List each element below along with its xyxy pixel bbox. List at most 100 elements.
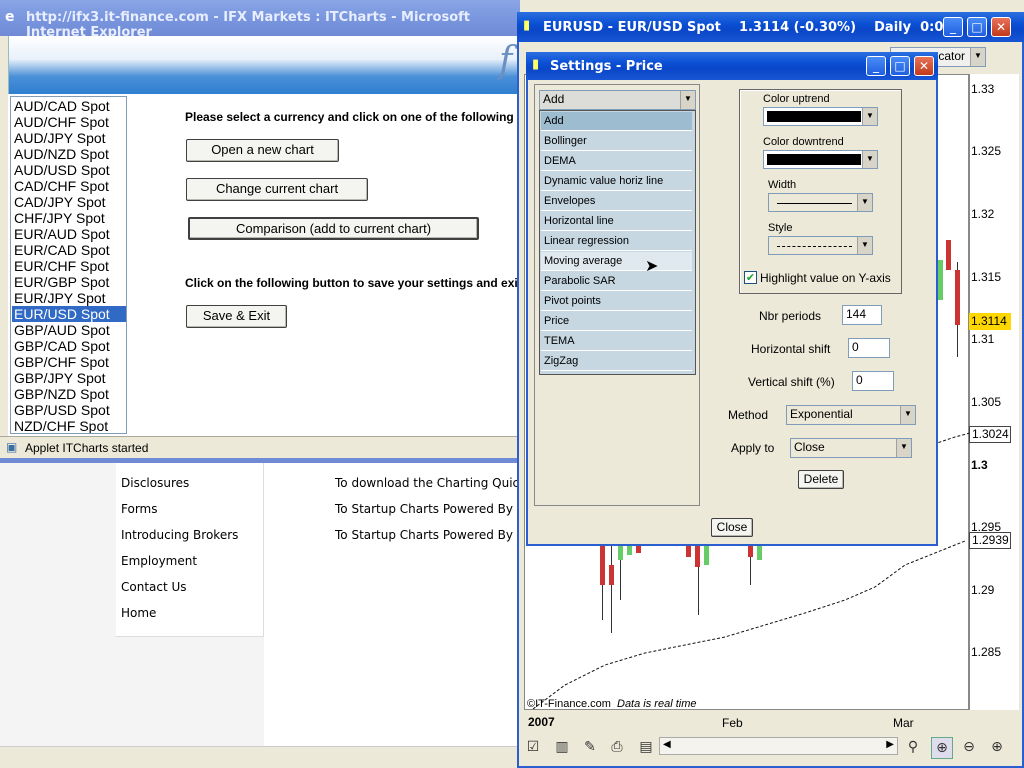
chart-minimize-button[interactable]: _ <box>943 17 963 37</box>
save-icon[interactable]: ▤ <box>636 737 656 757</box>
apply-to-value: Close <box>794 440 825 454</box>
currency-item[interactable]: EUR/CAD Spot <box>12 242 126 258</box>
print-icon[interactable]: ⎙ <box>607 737 627 757</box>
currency-item[interactable]: GBP/CAD Spot <box>12 338 126 354</box>
settings-minimize-button[interactable]: _ <box>866 56 886 76</box>
indicator-list-item[interactable]: Linear regression <box>541 232 692 251</box>
footer-text: To Startup Charts Powered By <box>335 502 514 516</box>
indicator-list-item[interactable]: Add <box>541 112 692 131</box>
color-downtrend-label: Color downtrend <box>763 136 844 148</box>
footer-left-column <box>0 463 116 746</box>
footer-link[interactable]: Home <box>121 606 156 620</box>
delete-button[interactable]: Delete <box>798 470 844 489</box>
indicator-dropdown-label: cator <box>938 49 965 63</box>
currency-item[interactable]: AUD/JPY Spot <box>12 130 126 146</box>
highlight-checkbox[interactable]: ✔ <box>744 271 757 284</box>
currency-item[interactable]: EUR/GBP Spot <box>12 274 126 290</box>
chart-maximize-button[interactable]: □ <box>967 17 987 37</box>
scroll-left-icon[interactable]: ◀ <box>663 739 671 750</box>
low-price-badge: 1.2939 <box>969 532 1011 549</box>
color-downtrend-select[interactable]: ▼ <box>763 150 878 169</box>
currency-item[interactable]: CAD/CHF Spot <box>12 178 126 194</box>
tools-icon[interactable]: ✎ <box>580 737 600 757</box>
currency-item[interactable]: GBP/NZD Spot <box>12 386 126 402</box>
scroll-right-icon[interactable]: ▶ <box>886 739 894 750</box>
change-current-chart-button[interactable]: Change current chart <box>186 178 368 201</box>
ma-price: 1.3024 <box>972 427 1009 441</box>
footer-link[interactable]: Forms <box>121 502 157 516</box>
indicators-icon[interactable]: ▥ <box>552 737 572 757</box>
currency-item[interactable]: EUR/JPY Spot <box>12 290 126 306</box>
horizontal-shift-input[interactable]: 0 <box>848 338 890 358</box>
currency-item[interactable]: GBP/USD Spot <box>12 402 126 418</box>
settings-window-icon: ▮ <box>532 57 540 72</box>
candle-up <box>618 545 623 560</box>
width-label: Width <box>768 179 797 191</box>
indicator-list-item[interactable]: Pivot points <box>541 292 692 311</box>
width-select[interactable]: ▼ <box>768 193 873 212</box>
vertical-shift-input[interactable]: 0 <box>852 371 894 391</box>
currency-item[interactable]: EUR/USD Spot <box>12 306 126 322</box>
indicator-select[interactable]: Add ▼ <box>539 90 696 110</box>
zoom-out-icon[interactable]: ⊖ <box>959 737 979 757</box>
color-uptrend-select[interactable]: ▼ <box>763 107 878 126</box>
indicator-list-item[interactable]: Horizontal line <box>541 212 692 231</box>
dialog-close-button[interactable]: Close <box>711 518 753 537</box>
style-select[interactable]: ▼ <box>768 236 873 255</box>
method-select[interactable]: Exponential ▼ <box>786 405 916 425</box>
currency-list[interactable]: AUD/CAD Spot AUD/CHF Spot AUD/JPY Spot AUD/… <box>10 96 127 434</box>
zoom-in-icon[interactable]: ⊕ <box>987 737 1007 757</box>
indicator-list-item[interactable]: Envelopes <box>541 192 692 211</box>
site-logo-mark: f <box>499 40 513 81</box>
currency-item[interactable]: GBP/JPY Spot <box>12 370 126 386</box>
chevron-down-icon: ▼ <box>862 108 877 125</box>
comparison-button[interactable]: Comparison (add to current chart) <box>188 217 479 240</box>
currency-item[interactable]: EUR/CHF Spot <box>12 258 126 274</box>
currency-item[interactable]: CAD/JPY Spot <box>12 194 126 210</box>
price-tick-label: 1.325 <box>971 144 1002 158</box>
chart-scrollbar[interactable]: ◀ ▶ <box>659 737 898 755</box>
apply-to-select[interactable]: Close ▼ <box>790 438 912 458</box>
zoom-area-icon[interactable]: ⊕ <box>931 737 953 759</box>
indicator-list-item[interactable]: DEMA <box>541 152 692 171</box>
open-new-chart-button[interactable]: Open a new chart <box>186 139 339 162</box>
currency-item[interactable]: CHF/JPY Spot <box>12 210 126 226</box>
price-tick-label: 1.33 <box>971 82 995 96</box>
footer-link[interactable]: Employment <box>121 554 197 568</box>
currency-item[interactable]: GBP/CHF Spot <box>12 354 126 370</box>
settings-close-button[interactable]: ✕ <box>914 56 934 76</box>
chart-close-button[interactable]: ✕ <box>991 17 1011 37</box>
footer-link[interactable]: Disclosures <box>121 476 189 490</box>
currency-item[interactable]: AUD/CHF Spot <box>12 114 126 130</box>
settings-icon[interactable]: ☑ <box>523 737 543 757</box>
vertical-shift-label: Vertical shift (%) <box>748 375 835 389</box>
save-exit-button[interactable]: Save & Exit <box>186 305 287 328</box>
indicator-list-item[interactable]: Bollinger <box>541 132 692 151</box>
footer-link[interactable]: Introducing Brokers <box>121 528 238 542</box>
credit-text: ©IT-Finance.com <box>527 698 611 710</box>
ie-title-bar[interactable]: e http://ifx3.it-finance.com - IFX Marke… <box>0 0 520 40</box>
indicator-list-item[interactable]: Parabolic SAR <box>541 272 692 291</box>
indicator-list-item[interactable]: Moving average <box>541 252 692 271</box>
indicator-list-item[interactable]: TEMA <box>541 332 692 351</box>
nbr-periods-input[interactable]: 144 <box>842 305 882 325</box>
ie-logo-icon: e <box>5 9 15 25</box>
currency-item[interactable]: AUD/NZD Spot <box>12 146 126 162</box>
indicator-list-item[interactable]: ZigZag <box>541 352 692 371</box>
realtime-text: Data is real time <box>617 698 697 710</box>
currency-item[interactable]: NZD/CHF Spot <box>12 418 126 433</box>
currency-item[interactable]: AUD/CAD Spot <box>12 98 126 114</box>
settings-maximize-button[interactable]: □ <box>890 56 910 76</box>
currency-item[interactable]: GBP/AUD Spot <box>12 322 126 338</box>
indicator-tool-icon[interactable]: ⚲ <box>903 737 923 757</box>
currency-item[interactable]: AUD/USD Spot <box>12 162 126 178</box>
currency-item[interactable]: EUR/AUD Spot <box>12 226 126 242</box>
footer-nav-bottom <box>116 636 264 746</box>
candle-up <box>938 260 943 300</box>
chart-window-icon: ▮ <box>523 18 531 33</box>
price-tick-label: 1.315 <box>971 270 1002 284</box>
indicator-list-item[interactable]: Dynamic value horiz line <box>541 172 692 191</box>
color-uptrend-swatch <box>767 111 861 122</box>
footer-link[interactable]: Contact Us <box>121 580 187 594</box>
indicator-list-item[interactable]: Price <box>541 312 692 331</box>
